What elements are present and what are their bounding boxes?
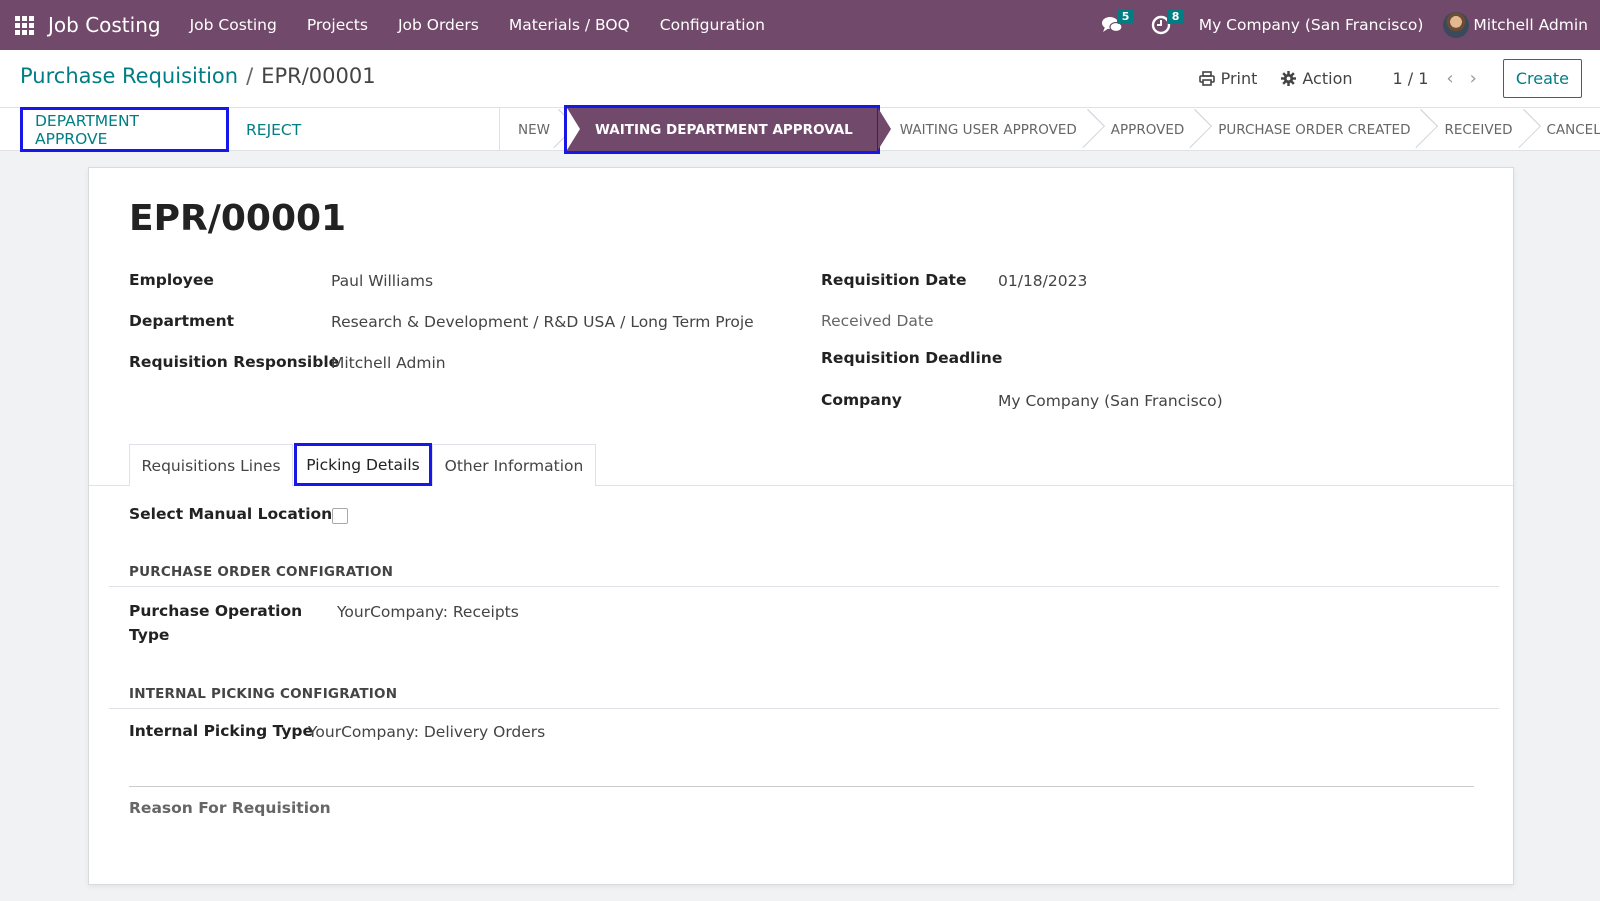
requisition-responsible-field[interactable]: Mitchell Admin xyxy=(331,354,446,372)
employee-label: Employee xyxy=(129,271,214,289)
stage-approved[interactable]: APPROVED xyxy=(1093,108,1200,151)
requisition-responsible-label: Requisition Responsible xyxy=(129,353,340,371)
app-name[interactable]: Job Costing xyxy=(48,13,161,37)
purchase-operation-label-line2: Type xyxy=(129,626,170,644)
pager-previous-icon[interactable]: ‹ xyxy=(1438,68,1461,89)
stage-new[interactable]: NEW xyxy=(500,108,564,151)
form-sheet: EPR/00001 Employee Paul Williams Departm… xyxy=(88,167,1515,885)
internal-section-divider xyxy=(109,708,1499,709)
po-section-title: PURCHASE ORDER CONFIGRATION xyxy=(129,564,394,580)
statusbar: DEPARTMENT APPROVE REJECT NEW WAITING DE… xyxy=(0,105,1600,154)
create-button[interactable]: Create xyxy=(1502,59,1582,98)
received-date-label: Received Date xyxy=(821,312,934,330)
stage-waiting-department-approval[interactable]: WAITING DEPARTMENT APPROVAL xyxy=(566,108,877,151)
top-navbar: Job Costing Job Costing Projects Job Ord… xyxy=(0,0,1600,50)
notes-divider xyxy=(129,786,1474,787)
stage-cancel[interactable]: CANCEL xyxy=(1529,108,1600,151)
department-label: Department xyxy=(129,312,235,330)
activities-button[interactable]: 8 xyxy=(1137,0,1185,50)
company-field[interactable]: My Company (San Francisco) xyxy=(998,392,1223,410)
action-label: Action xyxy=(1302,69,1353,88)
stage-arrow-left xyxy=(566,108,580,150)
horizontal-scrollbar[interactable] xyxy=(0,894,1600,901)
user-name: Mitchell Admin xyxy=(1473,16,1588,34)
user-menu[interactable]: Mitchell Admin xyxy=(1437,12,1600,38)
avatar xyxy=(1443,12,1470,38)
activities-count-badge: 8 xyxy=(1166,9,1185,24)
stage-waiting-user-approved[interactable]: WAITING USER APPROVED xyxy=(880,108,1093,151)
reason-for-requisition-field[interactable]: Reason For Requisition xyxy=(129,799,331,817)
menu-projects[interactable]: Projects xyxy=(292,0,383,50)
tab-requisitions-lines[interactable]: Requisitions Lines xyxy=(129,444,293,486)
manual-locations-label: Select Manual Locations xyxy=(129,505,342,523)
breadcrumb-parent[interactable]: Purchase Requisition xyxy=(20,64,238,88)
menu-job-costing[interactable]: Job Costing xyxy=(175,0,292,50)
company-switcher[interactable]: My Company (San Francisco) xyxy=(1185,16,1438,34)
messages-button[interactable]: 5 xyxy=(1087,0,1137,50)
record-title: EPR/00001 xyxy=(129,198,347,239)
manual-locations-checkbox[interactable] xyxy=(332,508,348,524)
internal-section-title: INTERNAL PICKING CONFIGRATION xyxy=(129,686,398,702)
requisition-deadline-label: Requisition Deadline xyxy=(821,349,1003,367)
pager-value[interactable]: 1 / 1 xyxy=(1393,69,1429,88)
internal-picking-label: Internal Picking Type xyxy=(129,722,314,740)
purchase-operation-field[interactable]: YourCompany: Receipts xyxy=(337,603,519,621)
stage-received[interactable]: RECEIVED xyxy=(1426,108,1528,151)
pager-next-icon[interactable]: › xyxy=(1462,68,1485,89)
breadcrumb: Purchase Requisition / EPR/00001 xyxy=(20,64,376,88)
purchase-operation-label: Purchase Operation Type xyxy=(129,602,302,650)
messages-count-badge: 5 xyxy=(1116,9,1135,24)
company-label: Company xyxy=(821,391,902,409)
tab-picking-details[interactable]: Picking Details xyxy=(294,443,432,486)
purchase-operation-label-line1: Purchase Operation xyxy=(129,602,303,620)
print-button[interactable]: Print xyxy=(1187,69,1270,88)
reject-button[interactable]: REJECT xyxy=(234,108,313,151)
action-button[interactable]: Action xyxy=(1269,69,1364,88)
tab-other-information[interactable]: Other Information xyxy=(432,444,596,486)
menu-job-orders[interactable]: Job Orders xyxy=(383,0,494,50)
breadcrumb-separator: / xyxy=(246,64,254,88)
employee-field[interactable]: Paul Williams xyxy=(331,272,433,290)
stage-active-highlight: WAITING DEPARTMENT APPROVAL xyxy=(563,105,891,154)
menu-configuration[interactable]: Configuration xyxy=(645,0,780,50)
notebook-tabs: Requisitions Lines Picking Details Other… xyxy=(89,443,1515,486)
control-panel: Purchase Requisition / EPR/00001 Print Act… xyxy=(0,50,1600,108)
menu-materials-boq[interactable]: Materials / BOQ xyxy=(494,0,645,50)
requisition-date-label: Requisition Date xyxy=(821,271,967,289)
breadcrumb-current: EPR/00001 xyxy=(261,64,376,88)
printer-icon xyxy=(1198,71,1215,86)
po-section-divider xyxy=(109,586,1499,587)
gear-icon xyxy=(1281,71,1297,86)
apps-menu-icon[interactable] xyxy=(0,0,48,50)
department-field[interactable]: Research & Development / R&D USA / Long … xyxy=(331,313,754,331)
stage-pipeline: NEW WAITING DEPARTMENT APPROVAL WAITING … xyxy=(499,105,1600,154)
internal-picking-field[interactable]: YourCompany: Delivery Orders xyxy=(308,723,545,741)
control-panel-actions: Print Action 1 / 1 ‹ › Create xyxy=(1187,59,1582,98)
print-label: Print xyxy=(1220,69,1258,88)
requisition-date-field[interactable]: 01/18/2023 xyxy=(998,272,1087,290)
department-approve-button[interactable]: DEPARTMENT APPROVE xyxy=(20,107,229,152)
stage-purchase-order-created[interactable]: PURCHASE ORDER CREATED xyxy=(1200,108,1426,151)
